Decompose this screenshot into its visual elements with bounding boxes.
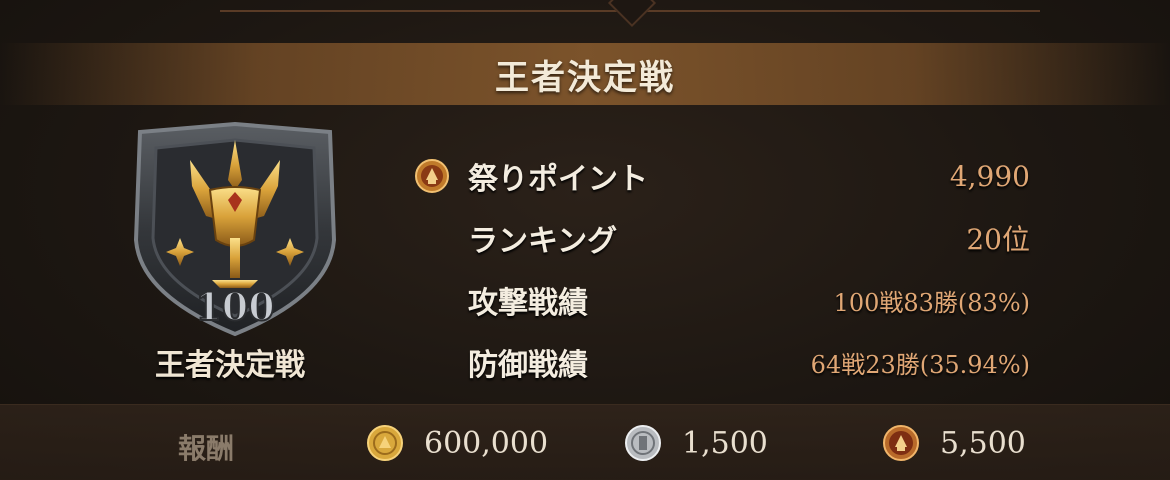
reward-amount: 600,000	[424, 425, 549, 461]
stat-value: 100戦83勝(83%)	[833, 288, 1030, 317]
reward-amount: 5,500	[940, 425, 1026, 461]
top-ornament	[220, 0, 1040, 12]
stat-value: 4,990	[949, 159, 1030, 193]
title-banner: 王者決定戦	[0, 43, 1170, 105]
stat-row-attack-record: 攻撃戦績 100戦83勝(83%)	[410, 269, 1030, 331]
reward-bar: 報酬 600,000 1,500 5,500	[0, 404, 1170, 480]
stat-value: 20位	[966, 223, 1030, 256]
reward-label: 報酬	[178, 432, 235, 465]
stat-row-ranking: ランキング 20位	[410, 207, 1030, 269]
reward-item-medal: 5,500	[882, 423, 1026, 463]
stat-value: 64戦23勝(35.94%)	[810, 350, 1030, 379]
stat-label: 攻撃戦績	[468, 286, 588, 321]
silver-coin-icon	[625, 425, 661, 461]
reward-item-gold: 600,000	[366, 423, 548, 463]
stat-row-defense-record: 防御戦績 64戦23勝(35.94%)	[410, 331, 1030, 393]
stat-label: ランキング	[468, 224, 618, 259]
rank-number: 100	[195, 284, 274, 329]
festival-medal-icon	[883, 425, 919, 461]
stat-row-festival-points: 祭りポイント 4,990	[410, 145, 1030, 207]
reward-item-silver: 1,500	[624, 423, 768, 463]
stats-list: 祭りポイント 4,990 ランキング 20位 攻撃戦績 100戦83勝(83%)…	[410, 145, 1030, 393]
reward-amount: 1,500	[682, 425, 768, 461]
stat-label: 防御戦績	[468, 348, 588, 383]
rank-emblem-shield-icon: 100	[133, 121, 337, 337]
stat-label: 祭りポイント	[468, 162, 648, 197]
page-title: 王者決定戦	[495, 57, 675, 98]
gold-coin-icon	[367, 425, 403, 461]
emblem-name: 王者決定戦	[155, 348, 305, 383]
festival-point-icon	[415, 159, 449, 193]
